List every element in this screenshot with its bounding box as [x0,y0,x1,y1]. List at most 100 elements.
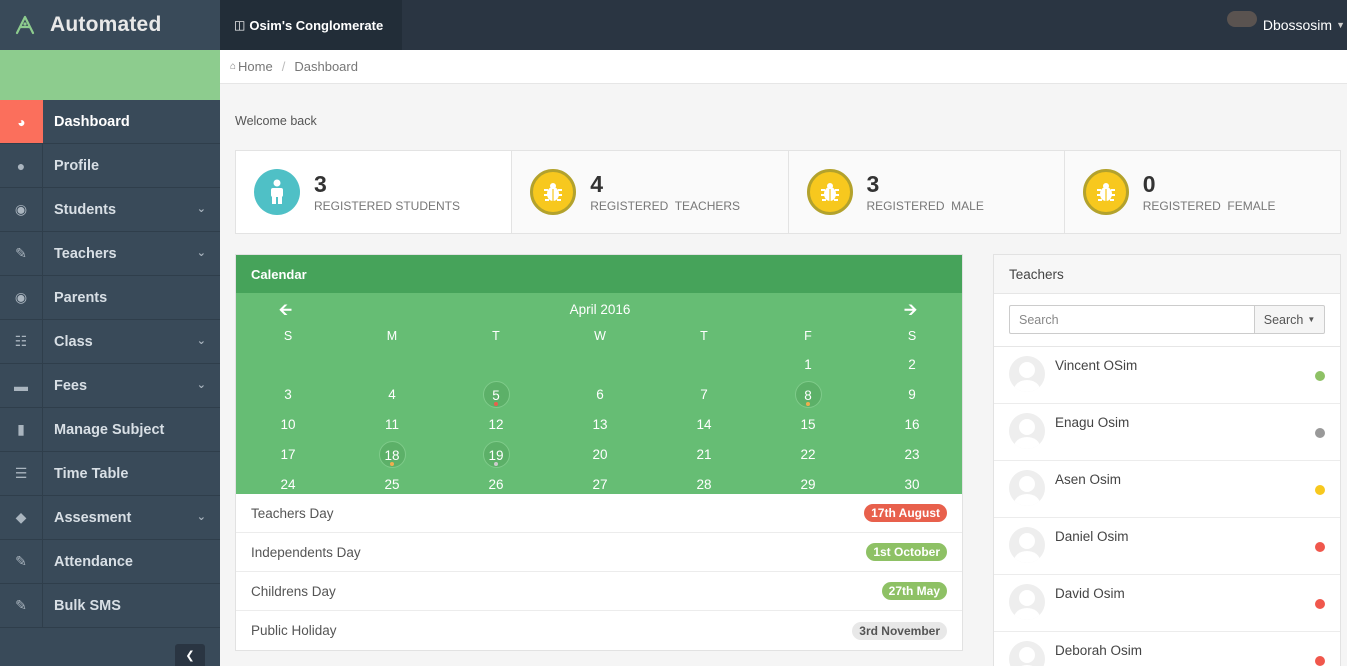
teachers-panel: Teachers Search ▼ Vincent OSim Enagu Osim… [993,254,1341,666]
event-list: Teachers Day 17th August Independents Day 1… [236,494,962,650]
eye-icon: ◉ [0,276,43,319]
calendar-day-cell[interactable]: 2 [860,351,964,381]
calendar-day-cell[interactable]: 5 [444,381,548,411]
stat-value: 4 [590,171,604,197]
home-icon: ⌂ [230,61,237,72]
arrow-right-icon[interactable]: 🡪 [904,299,917,326]
sidebar-item-bulk-sms[interactable]: ✎ Bulk SMS [0,584,220,628]
users-icon: ◉ [0,188,43,231]
sidebar-collapse-button[interactable]: ❮ [175,644,205,666]
stat-card: 3 REGISTERED MALE [788,151,1065,233]
weekday-header: S [907,329,917,343]
chevron-down-icon: ⌄ [196,379,206,391]
calendar-day-cell[interactable]: 14 [652,411,756,441]
sidebar-item-dashboard[interactable]: ◕ Dashboard [0,100,220,144]
calendar-day-cell[interactable]: 11 [340,411,444,441]
stat-label: REGISTERED TEACHERS [590,199,741,213]
event-dot [806,402,810,406]
user-menu[interactable]: Dbossosim ▼ [1226,0,1347,50]
calendar-day-cell[interactable]: 7 [652,381,756,411]
sidebar-item-manage-subject[interactable]: ▮ Manage Subject [0,408,220,452]
stat-label: REGISTERED STUDENTS [314,199,461,213]
calendar-day-cell[interactable]: 21 [652,441,756,471]
sidebar-item-students[interactable]: ◉ Students ⌄ [0,188,220,232]
calendar-day: 13 [592,417,608,432]
event-item[interactable]: Childrens Day 27th May [236,572,962,611]
calendar-day-cell [444,351,548,381]
sidebar-item-assesment[interactable]: ◆ Assesment ⌄ [0,496,220,540]
calendar-day-cell[interactable]: 25 [340,471,444,501]
calendar-day-cell[interactable]: 18 [340,441,444,471]
calendar-day-cell[interactable]: 3 [236,381,340,411]
calendar-day-cell[interactable]: 26 [444,471,548,501]
teacher-list-item[interactable]: Vincent OSim [994,347,1340,404]
calendar-day-cell[interactable]: 27 [548,471,652,501]
calendar-day-cell[interactable]: 8 [756,381,860,411]
teacher-name: Asen Osim [1055,472,1122,487]
teacher-list-item[interactable]: Daniel Osim [994,518,1340,575]
calendar-day-cell[interactable]: 19 [444,441,548,471]
teacher-list-item[interactable]: Enagu Osim [994,404,1340,461]
organization-selector[interactable]: ◫ Osim's Conglomerate [220,0,402,50]
sidebar-item-fees[interactable]: ▬ Fees ⌄ [0,364,220,408]
tag-icon: ◆ [0,496,43,539]
sidebar-banner [0,50,220,100]
logo-icon [15,15,35,35]
calendar-day: 12 [488,417,504,432]
calendar-day: 23 [904,447,920,462]
sidebar-item-class[interactable]: ☷ Class ⌄ [0,320,220,364]
teacher-name: David Osim [1055,586,1125,601]
sidebar-item-label: Dashboard [54,113,130,130]
calendar-day-cell[interactable]: 4 [340,381,444,411]
sidebar-item-time-table[interactable]: ☰ Time Table [0,452,220,496]
event-item[interactable]: Public Holiday 3rd November [236,611,962,650]
calendar-day-cell[interactable]: 1 [756,351,860,381]
brand[interactable]: Automated [0,0,220,50]
welcome-text: Welcome back [235,114,317,128]
stats-row: 3 REGISTERED STUDENTS 4 REGISTERED TEACHERS… [235,150,1341,234]
sidebar-item-parents[interactable]: ◉ Parents [0,276,220,320]
organization-name: Osim's Conglomerate [249,17,384,33]
teacher-list-item[interactable]: Deborah Osim [994,632,1340,666]
teacher-name: Enagu Osim [1055,415,1130,430]
calendar-day-cell[interactable]: 22 [756,441,860,471]
teacher-list-item[interactable]: Asen Osim [994,461,1340,518]
teacher-search-input[interactable] [1009,305,1254,334]
calendar-day-cell[interactable]: 29 [756,471,860,501]
calendar-day-cell[interactable]: 30 [860,471,964,501]
calendar-day: 26 [488,477,504,492]
calendar-day: 2 [908,357,916,372]
calendar-day-cell[interactable]: 6 [548,381,652,411]
calendar-day-cell[interactable]: 17 [236,441,340,471]
calendar-day-cell[interactable]: 28 [652,471,756,501]
status-indicator [1315,599,1325,609]
sidebar-item-teachers[interactable]: ✎ Teachers ⌄ [0,232,220,276]
book-icon: ▮ [0,408,43,451]
calendar-day-cell[interactable]: 24 [236,471,340,501]
calendar-day-cell[interactable]: 13 [548,411,652,441]
calendar-day-cell[interactable]: 12 [444,411,548,441]
breadcrumb-home-link[interactable]: Home [238,59,273,74]
event-name: Childrens Day [251,583,336,599]
chevron-down-icon: ⌄ [196,511,206,523]
calendar-day: 9 [908,387,916,402]
calendar-day-cell[interactable]: 10 [236,411,340,441]
calendar-day-cell[interactable]: 20 [548,441,652,471]
sidebar-item-attendance[interactable]: ✎ Attendance [0,540,220,584]
sidebar-item-profile[interactable]: ● Profile [0,144,220,188]
calendar-day-cell[interactable]: 23 [860,441,964,471]
sidebar-item-label: Assesment [54,509,132,526]
event-name: Public Holiday [251,623,337,638]
bug-icon [1082,169,1129,215]
status-indicator [1315,656,1325,666]
calendar-day-cell[interactable]: 9 [860,381,964,411]
search-dropdown-button[interactable]: Search ▼ [1254,305,1325,334]
calendar-day: 15 [800,417,816,432]
calendar-day-cell[interactable]: 16 [860,411,964,441]
event-dot [390,462,394,466]
edit-icon: ✎ [0,540,43,583]
teacher-list-item[interactable]: David Osim [994,575,1340,632]
event-item[interactable]: Independents Day 1st October [236,533,962,572]
chevron-down-icon: ⌄ [196,247,206,259]
calendar-day-cell[interactable]: 15 [756,411,860,441]
